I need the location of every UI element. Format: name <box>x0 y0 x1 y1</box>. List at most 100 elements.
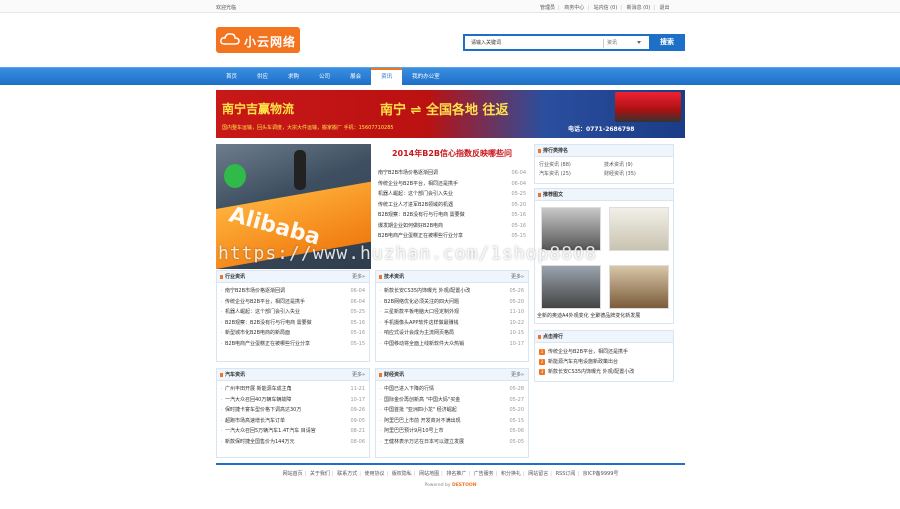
nav-my-office[interactable]: 我的办公室 <box>402 68 450 86</box>
list-item[interactable]: 2 新能源汽车充电设施新政策出台 <box>539 357 669 367</box>
truck-image <box>615 92 681 122</box>
list-item[interactable]: B2B观察：B2B没有行与行电商 需要做05-16 <box>221 318 365 329</box>
search-button[interactable]: 搜索 <box>649 34 685 51</box>
banner-services: 国内整车运输，回头车调度，大宗大件运输，搬家搬厂 手机：15607710285 <box>222 125 394 131</box>
footer-link[interactable]: 积分换礼 <box>501 471 521 477</box>
banner-company: 南宁吉赢物流 <box>222 102 295 116</box>
footer-link[interactable]: 排名推广 <box>446 471 466 477</box>
list-item[interactable]: 一汽大众召回40万辆车辆故障10-17 <box>221 395 365 406</box>
list-item[interactable]: 广州丰田开展 新能源车成主角11-21 <box>221 384 365 395</box>
cloud-icon <box>220 33 240 45</box>
list-item[interactable]: B2B网络优化必须关注的四大问题05-20 <box>380 297 524 308</box>
nav-supply[interactable]: 供应 <box>247 68 278 86</box>
top-link-business-center[interactable]: 商务中心 <box>564 5 584 11</box>
list-item[interactable]: B2B电商产业蛋糕正在被哪些行业分享05-15 <box>378 231 526 242</box>
thumbnail-suv[interactable] <box>541 265 601 309</box>
powered-brand[interactable]: DESTOON <box>452 483 477 488</box>
headline-title[interactable]: 2014年B2B信心指数反映哪些问 <box>378 148 526 162</box>
search-type-select[interactable]: 资讯 <box>603 39 643 48</box>
list-item[interactable]: 中国移动将全面上线新软件大众热销10-17 <box>380 339 524 350</box>
top-link-logout[interactable]: 退出 <box>660 5 670 11</box>
section-finance: 财经资讯 更多» 中国已进入下降的行情05-28 国际金价再创新高 "中国大妈"买… <box>375 368 529 458</box>
footer-link[interactable]: 网站留言 <box>528 471 548 477</box>
list-item[interactable]: 新型城市化B2B电商的新局面05-16 <box>221 328 365 339</box>
footer-links: 网站首页 | 关于我们 | 联系方式 | 使用协议 | 版权隐私 | 网站地图 | 排名推广… <box>282 471 619 477</box>
nav-company[interactable]: 公司 <box>309 68 340 86</box>
nav-exhibition[interactable]: 展会 <box>340 68 371 86</box>
section-title: 财经资讯 <box>384 372 405 378</box>
more-link[interactable]: 更多» <box>511 369 524 381</box>
list-item[interactable]: 响应式设计会成为主流网页格局10-15 <box>380 328 524 339</box>
list-item[interactable]: 3 新款长安CS35内饰曝光 外观/配置小改 <box>539 367 669 377</box>
watermark-text: https://www.huzhan.com/1shop8808 <box>218 243 597 264</box>
thumbnail-interior[interactable] <box>609 265 669 309</box>
footer-link[interactable]: 关于我们 <box>310 471 330 477</box>
top-links: 管理员 | 商务中心 | 站内信 (0) | 新消息 (0) | 退出 <box>540 5 670 11</box>
thumbnail-room[interactable] <box>609 207 669 251</box>
footer-divider <box>216 463 685 465</box>
list-item[interactable]: 新款保时捷全国售价为144万元08-06 <box>221 437 365 448</box>
section-title: 行业资讯 <box>225 274 246 280</box>
top-link-inbox[interactable]: 站内信 (0) <box>594 5 618 11</box>
list-item[interactable]: 中国已进入下降的行情05-28 <box>380 384 524 395</box>
section-auto: 汽车资讯 更多» 广州丰田开展 新能源车成主角11-21 一汽大众召回40万辆车辆… <box>216 368 370 458</box>
top-link-messages[interactable]: 新消息 (0) <box>627 5 651 11</box>
rank-item[interactable]: 行业资讯 (88) <box>539 161 604 168</box>
footer-link[interactable]: 网站首页 <box>283 471 303 477</box>
person-shape <box>294 150 306 190</box>
nav-home[interactable]: 首页 <box>216 68 247 86</box>
list-item[interactable]: 阿里巴巴上市前 开发商对不满出现05-15 <box>380 416 524 427</box>
rank-item[interactable]: 汽车资讯 (25) <box>539 170 604 177</box>
rank-item[interactable]: 技术资讯 (9) <box>604 161 669 168</box>
pics-caption[interactable]: 全新的奥迪A4外观变化 全聚德品牌变化新发展 <box>537 312 640 319</box>
more-link[interactable]: 更多» <box>511 271 524 283</box>
powered-by: Powered by DESTOON <box>424 483 477 488</box>
list-item[interactable]: 王健林表示万达在日本可以建立发展05-05 <box>380 437 524 448</box>
banner-route: 南宁 ⇌ 全国各地 往返 <box>380 103 509 118</box>
top-bar: 欢迎光临 管理员 | 商务中心 | 站内信 (0) | 新消息 (0) | 退出 <box>0 0 900 13</box>
footer-link[interactable]: 版权隐私 <box>392 471 412 477</box>
search-input[interactable]: 请输入关键词 <box>471 39 501 46</box>
footer-link[interactable]: 网站地图 <box>419 471 439 477</box>
site-logo[interactable]: 小云网络 <box>216 27 300 53</box>
more-link[interactable]: 更多» <box>352 271 365 283</box>
list-item[interactable]: 超跑市场高速增长汽车订单09-05 <box>221 416 365 427</box>
list-item[interactable]: 南宁B2B市场价格逐渐回调06-04 <box>221 286 365 297</box>
nav-news[interactable]: 资讯 <box>371 68 403 86</box>
list-item[interactable]: 中国首批 "亚洲四小龙" 经济崛起05-20 <box>380 405 524 416</box>
list-item[interactable]: B2B观察：B2B没有行与行电商 需要做05-16 <box>378 210 526 221</box>
list-item[interactable]: 三星新款平板电脑大口径定制外观11-10 <box>380 307 524 318</box>
list-item[interactable]: 爆发期企业如何做好B2B电商 05-16 <box>378 221 526 232</box>
list-item[interactable]: 南宁B2B市场价格逐渐回调06-04 <box>378 168 526 179</box>
headline-news: 2014年B2B信心指数反映哪些问 南宁B2B市场价格逐渐回调 06-04 传统企… <box>378 148 526 242</box>
section-title: 汽车资讯 <box>225 372 246 378</box>
list-item[interactable]: 阿里巴巴预计9月10号上市05-06 <box>380 426 524 437</box>
section-title: 技术资讯 <box>384 274 405 280</box>
list-item[interactable]: 传统企业与B2B平台，相同还是携手06-04 <box>378 179 526 190</box>
list-item[interactable]: 机器人崛起：这个部门会引入失业05-25 <box>378 189 526 200</box>
nav-buy[interactable]: 求购 <box>278 68 309 86</box>
footer-link[interactable]: 广告服务 <box>474 471 494 477</box>
ad-banner[interactable]: 南宁吉赢物流 南宁 ⇌ 全国各地 往返 国内整车运输，回头车调度，大宗大件运输，… <box>216 90 685 138</box>
section-tech: 技术资讯 更多» 新款长安CS35内饰曝光 外观/配置小改05-26 B2B网络优… <box>375 270 529 362</box>
headline-list: 南宁B2B市场价格逐渐回调 06-04 传统企业与B2B平台，相同还是携手 06-0… <box>378 168 526 242</box>
list-item[interactable]: 国际金价再创新高 "中国大妈"买金05-27 <box>380 395 524 406</box>
rank-item[interactable]: 财经资讯 (35) <box>604 170 669 177</box>
pics-title: 推荐图文 <box>535 189 673 201</box>
footer-link[interactable]: 使用协议 <box>364 471 384 477</box>
footer-link[interactable]: 京ICP备9999号 <box>583 471 619 477</box>
footer-link[interactable]: RSS订阅 <box>556 471 576 477</box>
top-link-admin[interactable]: 管理员 <box>540 5 555 11</box>
logo-text: 小云网络 <box>244 35 297 49</box>
footer-link[interactable]: 联系方式 <box>337 471 357 477</box>
more-link[interactable]: 更多» <box>352 369 365 381</box>
list-item[interactable]: 一汽大众召回5万辆汽车1.4T汽车 目请官08-21 <box>221 426 365 437</box>
list-item[interactable]: B2B电商产业蛋糕正在被哪些行业分享05-15 <box>221 339 365 350</box>
list-item[interactable]: 保时捷卡宴车型价格下调高达30万09-26 <box>221 405 365 416</box>
list-item[interactable]: 手机摄像头APP软件这样做最赚钱10-22 <box>380 318 524 329</box>
list-item[interactable]: 1 传统企业与B2B平台，相同还是携手 <box>539 347 669 357</box>
list-item[interactable]: 新款长安CS35内饰曝光 外观/配置小改05-26 <box>380 286 524 297</box>
list-item[interactable]: 机器人崛起：这个部门会引入失业05-25 <box>221 307 365 318</box>
list-item[interactable]: 传统企业与B2B平台，相同还是携手06-04 <box>221 297 365 308</box>
list-item[interactable]: 传统工业人才进军B2B领域的机遇 05-20 <box>378 200 526 211</box>
